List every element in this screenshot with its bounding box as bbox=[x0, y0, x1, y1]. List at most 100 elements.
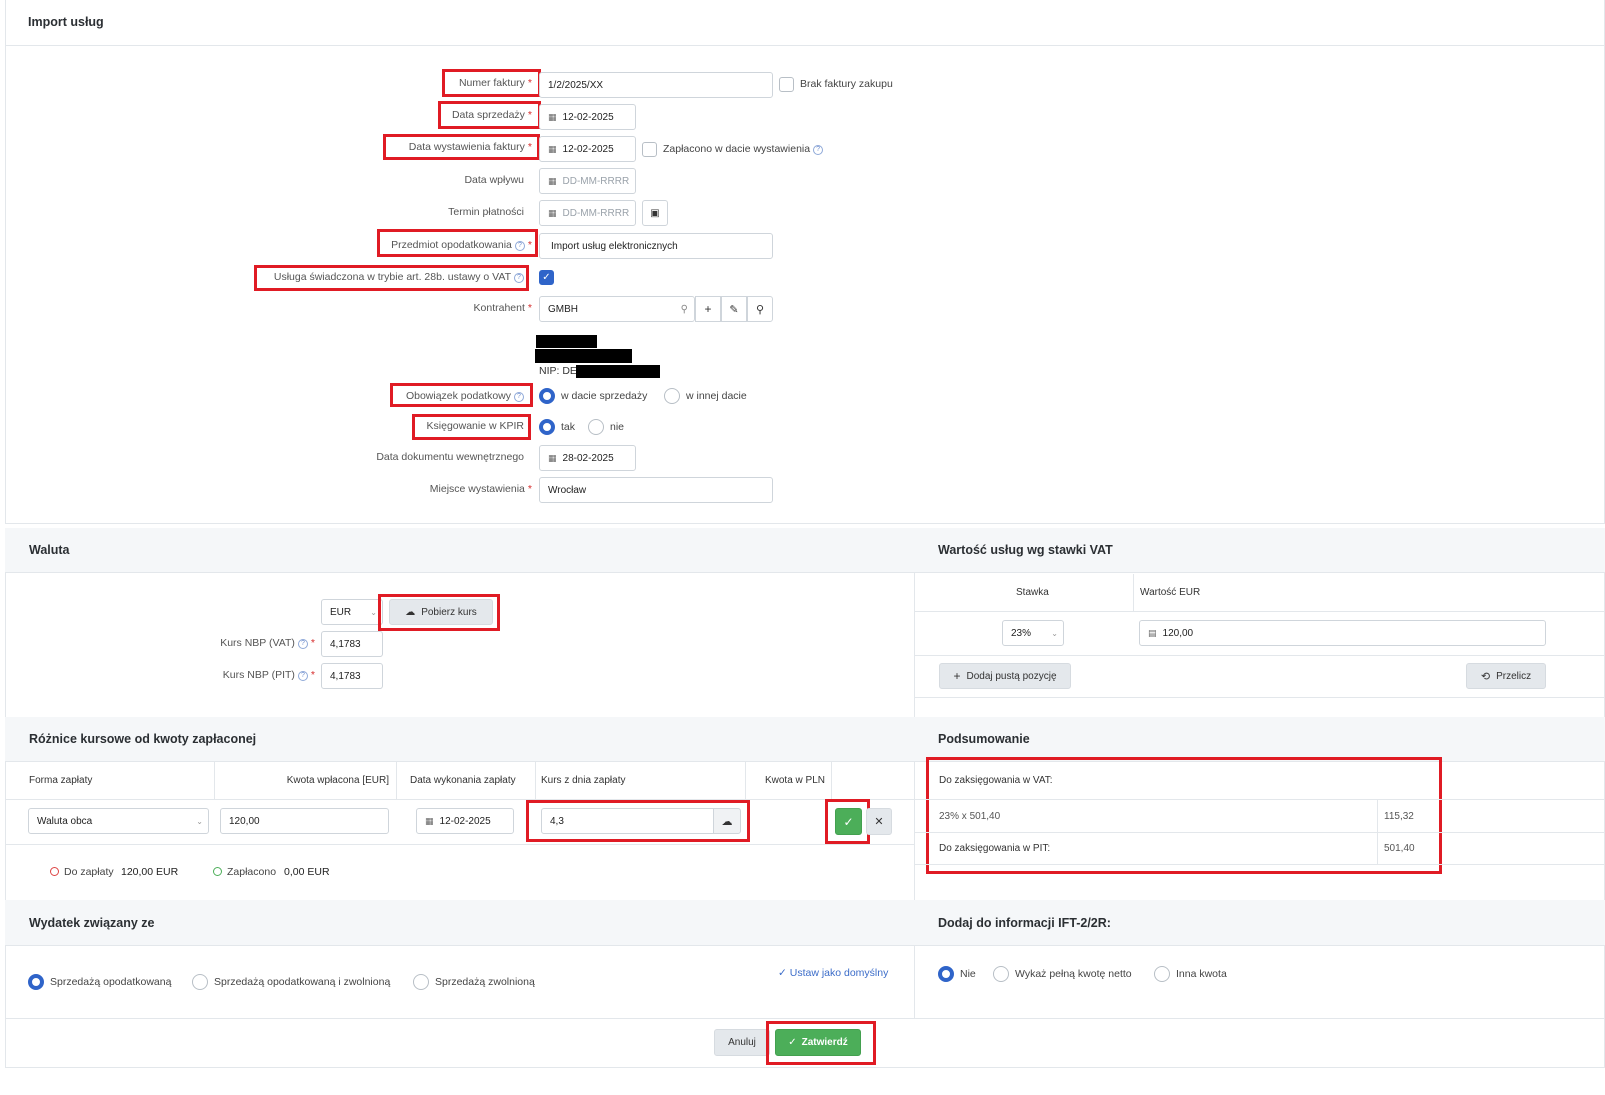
vat-value-col-header: Wartość EUR bbox=[1140, 587, 1201, 598]
calendar-icon: ▦ bbox=[548, 207, 557, 218]
recalculate-button[interactable]: ⟲ Przelicz bbox=[1466, 663, 1546, 689]
set-default-link[interactable]: ✓ Ustaw jako domyślny bbox=[778, 967, 888, 979]
summary-vat-row: 23% x 501,40 bbox=[939, 811, 1001, 822]
issue-date-input[interactable]: ▦ 12-02-2025 bbox=[539, 136, 636, 162]
expense-exempt-radio[interactable] bbox=[413, 974, 429, 990]
row-divider bbox=[914, 697, 1605, 698]
highlight-tax-subject bbox=[377, 229, 538, 257]
no-purchase-invoice-checkbox[interactable] bbox=[779, 77, 794, 92]
row-divider bbox=[914, 611, 1605, 612]
issue-place-input[interactable]: Wrocław bbox=[539, 477, 773, 503]
contractor-input[interactable]: GMBH ⚲ bbox=[539, 296, 695, 322]
nbp-pit-label: Kurs NBP (PIT)? * bbox=[222, 669, 315, 681]
row-divider bbox=[914, 799, 1605, 800]
contractor-label: Kontrahent * bbox=[473, 302, 532, 314]
receipt-date-input[interactable]: ▦ DD-MM-RRRR bbox=[539, 168, 636, 194]
nbp-pit-input[interactable]: 4,1783 bbox=[321, 663, 383, 689]
chevron-down-icon: ⌄ bbox=[1051, 628, 1058, 638]
highlight-invoice-number bbox=[442, 69, 541, 97]
currency-select[interactable]: EUR ⌄ bbox=[321, 599, 383, 625]
no-purchase-invoice-label: Brak faktury zakupu bbox=[800, 78, 893, 90]
contractor-nip: NIP: DE bbox=[539, 365, 577, 377]
calendar-icon: ▦ bbox=[548, 452, 557, 463]
ift-option-2: Inna kwota bbox=[1176, 968, 1227, 980]
fetch-payment-rate-button[interactable]: ☁ bbox=[713, 808, 741, 834]
edit-contractor-button[interactable]: ✎ bbox=[721, 296, 747, 322]
ift-other-amount-radio[interactable] bbox=[1154, 966, 1170, 982]
redacted-nip bbox=[576, 365, 660, 378]
highlight-kpir bbox=[412, 414, 531, 440]
remove-row-button[interactable]: ✕ bbox=[866, 808, 892, 835]
paid-on-issue-label: Zapłacono w dacie wystawienia? bbox=[663, 143, 824, 155]
tax-obligation-other-date-radio[interactable] bbox=[664, 388, 680, 404]
to-pay-label: Do zapłaty bbox=[64, 866, 114, 878]
expense-taxed-radio[interactable] bbox=[28, 974, 44, 990]
currency-header: Waluta bbox=[5, 528, 915, 573]
expense-header: Wydatek związany ze bbox=[5, 900, 915, 946]
add-contractor-button[interactable]: + bbox=[695, 296, 721, 322]
payment-form-select[interactable]: Waluta obca ⌄ bbox=[28, 808, 209, 834]
kpir-option-1: nie bbox=[610, 421, 625, 433]
help-icon[interactable]: ? bbox=[813, 145, 824, 155]
ift-no-radio[interactable] bbox=[938, 966, 954, 982]
chevron-down-icon: ⌄ bbox=[196, 816, 203, 826]
highlight-issue-date bbox=[383, 134, 540, 160]
redacted-name bbox=[536, 335, 597, 348]
add-empty-position-button[interactable]: + Dodaj pustą pozycję bbox=[939, 663, 1071, 689]
internal-doc-date-input[interactable]: ▦ 28-02-2025 bbox=[539, 445, 636, 471]
highlight-sale-date bbox=[438, 101, 541, 129]
help-icon[interactable]: ? bbox=[297, 671, 308, 681]
calendar-icon: ▦ bbox=[548, 175, 557, 186]
payment-date-input[interactable]: ▦ 12-02-2025 bbox=[416, 808, 514, 834]
to-pay-circle-icon bbox=[50, 867, 59, 876]
payment-rate-input[interactable]: 4,3 bbox=[541, 808, 714, 834]
payment-due-input[interactable]: ▦ DD-MM-RRRR bbox=[539, 200, 636, 226]
calendar-picker-button[interactable]: ▣ bbox=[642, 200, 668, 226]
help-icon[interactable]: ? bbox=[297, 639, 308, 649]
expense-taxed-exempt-radio[interactable] bbox=[192, 974, 208, 990]
confirm-row-button[interactable]: ✓ bbox=[835, 808, 862, 835]
vat-value-input[interactable]: ▤ 120,00 bbox=[1139, 620, 1546, 646]
payment-form-col-header: Forma zapłaty bbox=[29, 775, 93, 786]
amount-paid-input[interactable]: 120,00 bbox=[220, 808, 389, 834]
paid-on-issue-checkbox[interactable] bbox=[642, 142, 657, 157]
nbp-vat-input[interactable]: 4,1783 bbox=[321, 631, 383, 657]
summary-vat-value: 115,32 bbox=[1384, 811, 1414, 822]
tax-obligation-option-1: w innej dacie bbox=[686, 390, 747, 402]
col-divider bbox=[214, 762, 215, 799]
ift-option-0: Nie bbox=[960, 968, 976, 980]
tax-subject-input[interactable]: Import usług elektronicznych bbox=[539, 233, 773, 259]
highlight-art28b bbox=[254, 265, 529, 291]
art28b-checkbox[interactable]: ✓ bbox=[539, 270, 554, 285]
fetch-rate-button[interactable]: ☁ Pobierz kurs bbox=[389, 599, 493, 625]
payment-date-col-header: Data wykonania zapłaty bbox=[410, 775, 516, 786]
tax-obligation-option-0: w dacie sprzedaży bbox=[561, 390, 648, 402]
cancel-button[interactable]: Anuluj bbox=[714, 1029, 770, 1056]
row-divider bbox=[5, 799, 915, 800]
summary-pit-value: 501,40 bbox=[1384, 843, 1415, 854]
nbp-vat-label: Kurs NBP (VAT)? * bbox=[220, 637, 315, 649]
vat-rate-select[interactable]: 23% ⌄ bbox=[1002, 620, 1064, 646]
row-divider bbox=[914, 832, 1605, 833]
check-icon: ✓ bbox=[788, 1037, 797, 1048]
col-divider bbox=[831, 762, 832, 799]
vat-rate-col-header: Stawka bbox=[1016, 587, 1049, 598]
header-divider bbox=[5, 45, 1605, 46]
kpir-no-radio[interactable] bbox=[588, 419, 604, 435]
confirm-button[interactable]: ✓ Zatwierdź bbox=[775, 1029, 861, 1056]
kpir-yes-radio[interactable] bbox=[539, 419, 555, 435]
refresh-icon: ⟲ bbox=[1480, 670, 1491, 683]
sale-date-input[interactable]: ▦ 12-02-2025 bbox=[539, 104, 636, 130]
expense-option-1: Sprzedażą opodatkowaną i zwolnioną bbox=[214, 976, 391, 988]
plus-icon: + bbox=[953, 669, 961, 683]
calendar-icon: ▦ bbox=[548, 111, 557, 122]
internal-doc-date-label: Data dokumentu wewnętrznego bbox=[376, 451, 524, 463]
tax-obligation-sale-date-radio[interactable] bbox=[539, 388, 555, 404]
check-icon: ✓ bbox=[778, 967, 787, 979]
search-contractor-button[interactable]: ⚲ bbox=[747, 296, 773, 322]
calendar-icon: ▦ bbox=[548, 143, 557, 154]
summary-vat-label: Do zaksięgowania w VAT: bbox=[939, 775, 1053, 786]
invoice-number-input[interactable]: 1/2/2025/XX bbox=[539, 72, 773, 98]
highlight-tax-obligation bbox=[390, 383, 533, 407]
ift-full-net-radio[interactable] bbox=[993, 966, 1009, 982]
